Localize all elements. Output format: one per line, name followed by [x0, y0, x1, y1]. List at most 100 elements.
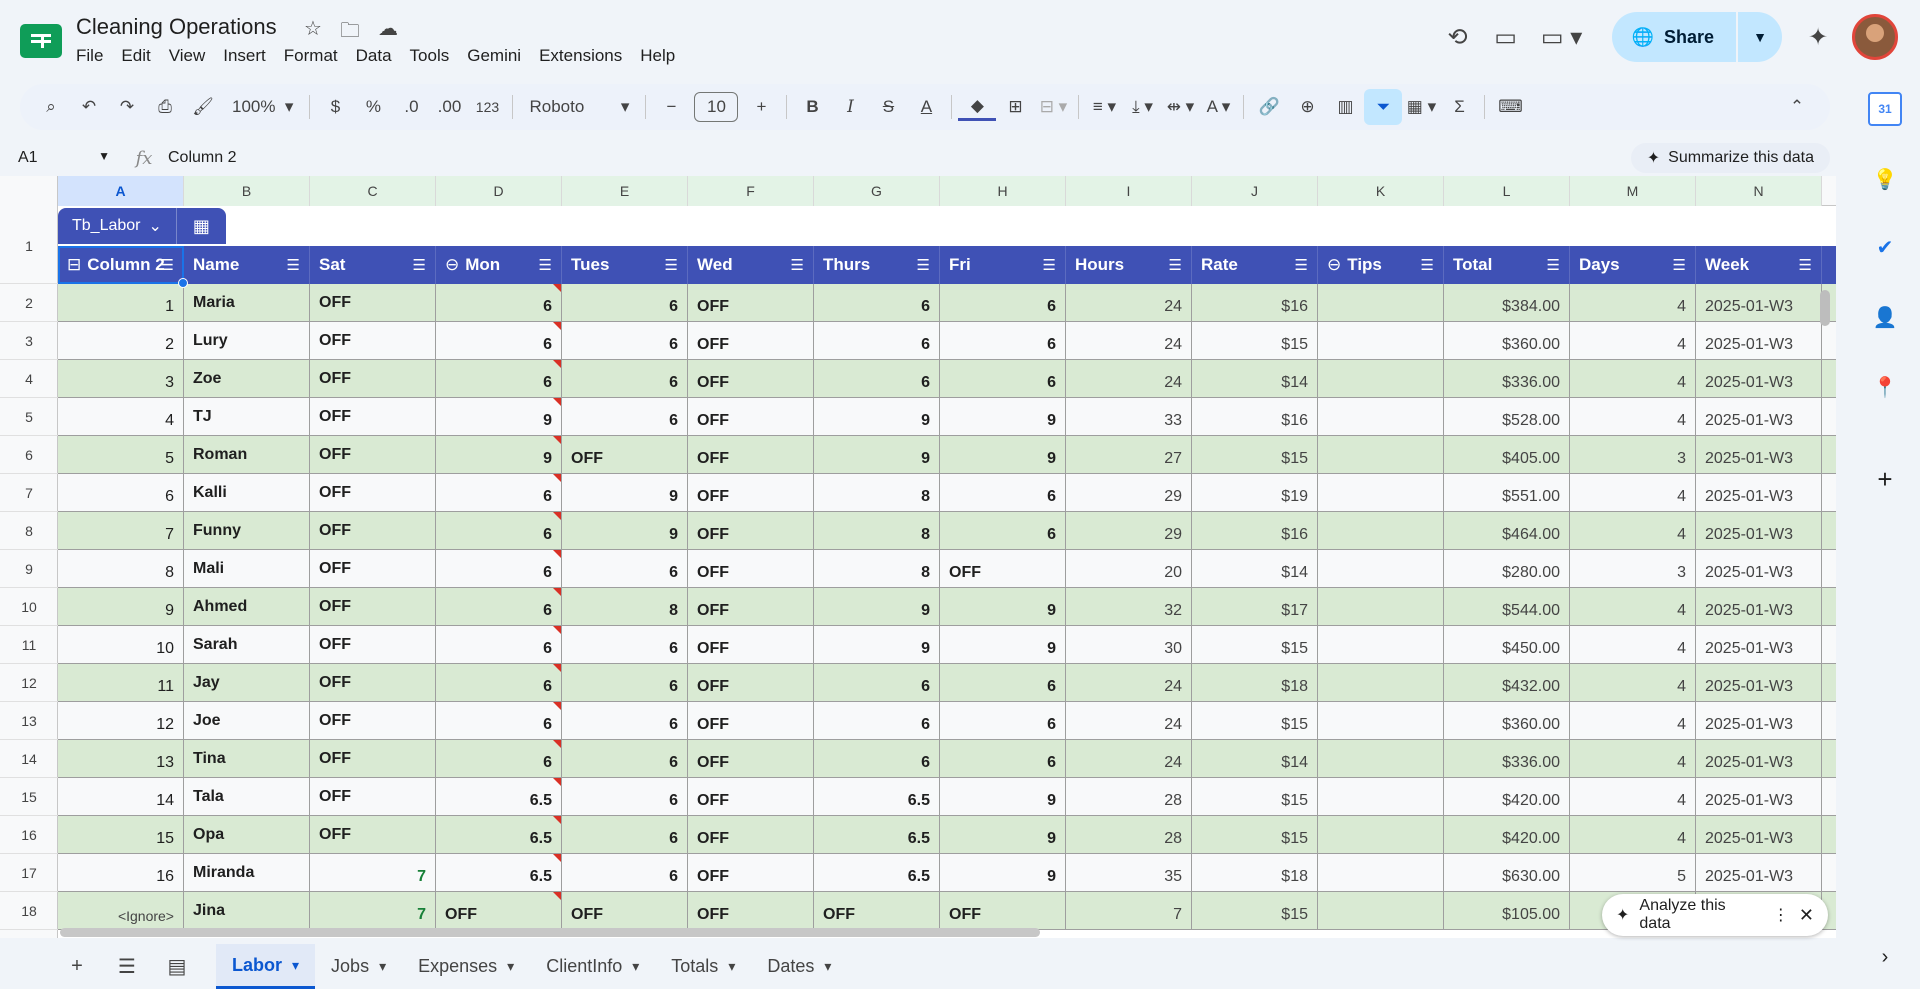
cell-n16[interactable]: 2025-01-W3	[1696, 816, 1822, 854]
cell-k17[interactable]	[1318, 854, 1444, 892]
cell-h18[interactable]: OFF	[940, 892, 1066, 930]
cell-a3[interactable]: 2	[58, 322, 184, 360]
cell-f10[interactable]: OFF	[688, 588, 814, 626]
row-header-5[interactable]: 5	[0, 398, 58, 436]
star-icon[interactable]: ☆	[304, 16, 322, 50]
cell-l12[interactable]: $432.00	[1444, 664, 1570, 702]
cell-b12[interactable]: Jay	[184, 664, 310, 702]
cell-c16[interactable]: OFF	[310, 816, 436, 854]
row-header-6[interactable]: 6	[0, 436, 58, 474]
cell-k15[interactable]	[1318, 778, 1444, 816]
cell-g4[interactable]: 6	[814, 360, 940, 398]
column-header-f[interactable]: F	[688, 176, 814, 206]
table-name-button[interactable]: Tb_Labor ⌄	[58, 208, 176, 244]
maps-icon[interactable]: 📍	[1868, 370, 1902, 404]
cell-j17[interactable]: $18	[1192, 854, 1318, 892]
filter-icon[interactable]: ☰	[1673, 256, 1686, 274]
cell-a4[interactable]: 3	[58, 360, 184, 398]
cell-c17[interactable]: 7	[310, 854, 436, 892]
cell-j6[interactable]: $15	[1192, 436, 1318, 474]
column-header-j[interactable]: J	[1192, 176, 1318, 206]
cell-a9[interactable]: 8	[58, 550, 184, 588]
text-wrapping-icon[interactable]: ⇹ ▾	[1161, 89, 1199, 125]
cell-n3[interactable]: 2025-01-W3	[1696, 322, 1822, 360]
meet-icon[interactable]: ▭ ▾	[1530, 15, 1594, 59]
filter-icon[interactable]: ☰	[413, 256, 426, 274]
table-header-total[interactable]: Total ☰	[1444, 246, 1570, 284]
insert-chart-icon[interactable]: ▥	[1326, 89, 1364, 125]
cell-partial[interactable]	[1822, 512, 1836, 550]
cell-m5[interactable]: 4	[1570, 398, 1696, 436]
cell-partial[interactable]	[1822, 398, 1836, 436]
cell-partial[interactable]	[1822, 740, 1836, 778]
cell-c11[interactable]: OFF	[310, 626, 436, 664]
menu-insert[interactable]: Insert	[223, 46, 275, 66]
cell-g8[interactable]: 8	[814, 512, 940, 550]
menu-tools[interactable]: Tools	[410, 46, 459, 66]
decrease-font-size-button[interactable]: −	[652, 89, 690, 125]
cell-d13[interactable]: 6	[436, 702, 562, 740]
selection-handle[interactable]	[178, 278, 188, 288]
column-header-b[interactable]: B	[184, 176, 310, 206]
cell-g18[interactable]: OFF	[814, 892, 940, 930]
column-header-m[interactable]: M	[1570, 176, 1696, 206]
vertical-align-icon[interactable]: ⤓ ▾	[1123, 89, 1161, 125]
cell-f12[interactable]: OFF	[688, 664, 814, 702]
cell-d3[interactable]: 6	[436, 322, 562, 360]
cell-n12[interactable]: 2025-01-W3	[1696, 664, 1822, 702]
cell-l2[interactable]: $384.00	[1444, 284, 1570, 322]
cell-g13[interactable]: 6	[814, 702, 940, 740]
zoom-select[interactable]: 100% ▾	[222, 89, 303, 125]
cell-b4[interactable]: Zoe	[184, 360, 310, 398]
cell-e2[interactable]: 6	[562, 284, 688, 322]
cell-partial[interactable]	[1822, 360, 1836, 398]
cell-l7[interactable]: $551.00	[1444, 474, 1570, 512]
italic-icon[interactable]: I	[831, 89, 869, 125]
cell-b17[interactable]: Miranda	[184, 854, 310, 892]
cell-l11[interactable]: $450.00	[1444, 626, 1570, 664]
increase-font-size-button[interactable]: +	[742, 89, 780, 125]
filter-icon[interactable]: ☰	[1421, 256, 1434, 274]
all-sheets-icon[interactable]: ☰	[102, 954, 152, 979]
cell-partial[interactable]	[1822, 854, 1836, 892]
cell-partial[interactable]	[1822, 778, 1836, 816]
filter-icon[interactable]: ☰	[1169, 256, 1182, 274]
cell-partial[interactable]	[1822, 664, 1836, 702]
cell-f7[interactable]: OFF	[688, 474, 814, 512]
sheets-logo-icon[interactable]	[20, 24, 62, 58]
cell-c4[interactable]: OFF	[310, 360, 436, 398]
more-formats-button[interactable]: 123	[468, 89, 506, 125]
cell-a14[interactable]: 13	[58, 740, 184, 778]
cell-e14[interactable]: 6	[562, 740, 688, 778]
cell-k8[interactable]	[1318, 512, 1444, 550]
table-header-tues[interactable]: Tues ☰	[562, 246, 688, 284]
cell-g2[interactable]: 6	[814, 284, 940, 322]
cell-h12[interactable]: 6	[940, 664, 1066, 702]
cell-l13[interactable]: $360.00	[1444, 702, 1570, 740]
cell-h7[interactable]: 6	[940, 474, 1066, 512]
gemini-icon[interactable]: ✦	[1794, 15, 1842, 59]
filter-views-icon[interactable]: ▦ ▾	[1402, 89, 1440, 125]
filter-icon[interactable]: ☰	[917, 256, 930, 274]
cell-m2[interactable]: 4	[1570, 284, 1696, 322]
cell-d16[interactable]: 6.5	[436, 816, 562, 854]
caret-down-icon[interactable]: ▾	[379, 958, 386, 975]
cell-d17[interactable]: 6.5	[436, 854, 562, 892]
cell-k2[interactable]	[1318, 284, 1444, 322]
cell-e5[interactable]: 6	[562, 398, 688, 436]
cell-m9[interactable]: 3	[1570, 550, 1696, 588]
filter-icon[interactable]: ☰	[161, 256, 174, 274]
cell-c6[interactable]: OFF	[310, 436, 436, 474]
cell-g5[interactable]: 9	[814, 398, 940, 436]
show-side-panel-icon[interactable]: ›	[1868, 940, 1902, 974]
column-header-h[interactable]: H	[940, 176, 1066, 206]
cell-g15[interactable]: 6.5	[814, 778, 940, 816]
cell-d12[interactable]: 6	[436, 664, 562, 702]
menu-format[interactable]: Format	[284, 46, 347, 66]
cell-j10[interactable]: $17	[1192, 588, 1318, 626]
vertical-scrollbar[interactable]	[1820, 290, 1830, 326]
cell-g12[interactable]: 6	[814, 664, 940, 702]
cell-m8[interactable]: 4	[1570, 512, 1696, 550]
cell-d14[interactable]: 6	[436, 740, 562, 778]
cell-j9[interactable]: $14	[1192, 550, 1318, 588]
